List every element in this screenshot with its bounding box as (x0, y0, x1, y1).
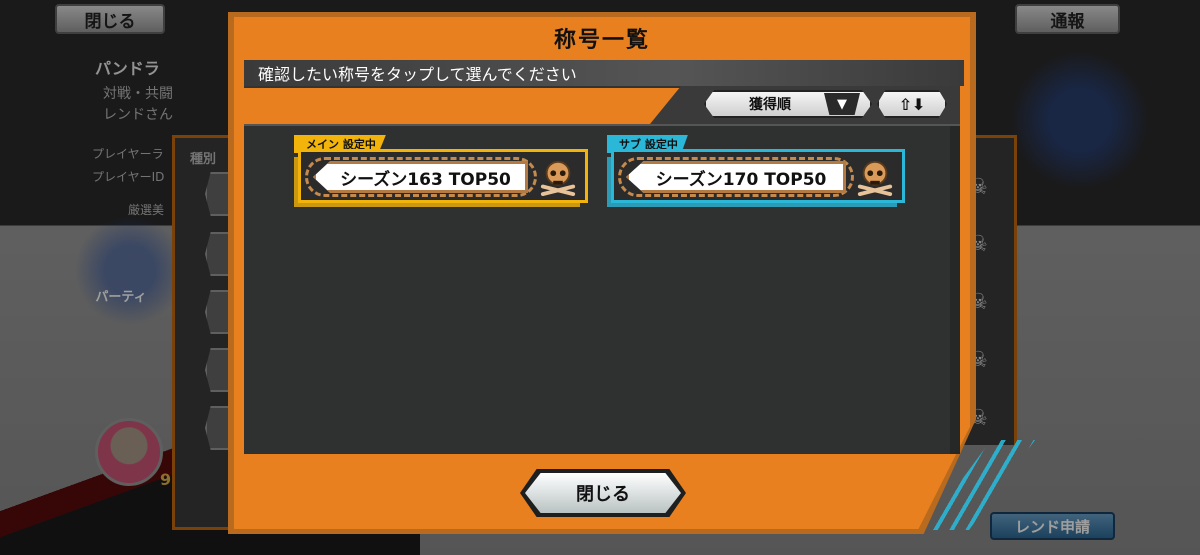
dialog-title: 称号一覧 (553, 28, 650, 53)
main-title-banner: シーズン163 TOP50 (313, 161, 528, 193)
main-title-frame: シーズン163 TOP50 (298, 149, 588, 203)
close-button-label: 閉じる (576, 484, 630, 505)
main-title-text: シーズン163 TOP50 (340, 169, 511, 190)
sub-title-frame: シーズン170 TOP50 (611, 149, 905, 203)
title-card-main[interactable]: メイン 設定中 シーズン163 TOP50 (294, 135, 590, 207)
instruction-text: 確認したい称号をタップして選んでください (258, 65, 577, 84)
sort-dropdown[interactable]: 獲得順 ▼ (704, 90, 872, 118)
instruction-bar: 確認したい称号をタップして選んでください (244, 60, 964, 86)
dialog-title-bar: 称号一覧 (234, 17, 970, 59)
sort-selected-label: 獲得順 (749, 97, 791, 113)
sort-order-icon: ⇧⬇ (898, 94, 926, 114)
skull-crossbones-icon (857, 160, 893, 196)
chevron-down-icon: ▼ (824, 93, 860, 115)
sub-title-text: シーズン170 TOP50 (655, 169, 827, 190)
sub-title-banner: シーズン170 TOP50 (626, 161, 846, 193)
close-button[interactable]: 閉じる (525, 473, 681, 513)
title-card-sub[interactable]: サブ 設定中 シーズン170 TOP50 (607, 135, 907, 207)
skull-crossbones-icon (540, 160, 576, 196)
sort-order-toggle-button[interactable]: ⇧⬇ (877, 90, 947, 118)
